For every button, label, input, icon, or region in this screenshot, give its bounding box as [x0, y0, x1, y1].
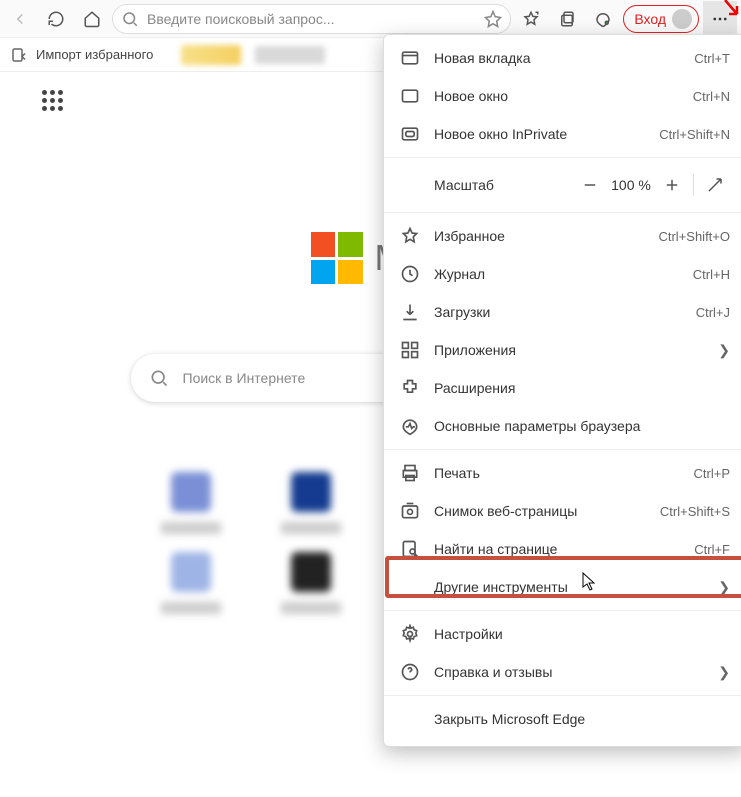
menu-print[interactable]: Печать Ctrl+P [384, 454, 741, 492]
home-button[interactable] [76, 3, 108, 35]
heart-pulse-icon [400, 416, 420, 436]
favorite-star-icon[interactable] [484, 10, 502, 28]
zoom-value: 100 % [605, 177, 657, 193]
menu-screenshot[interactable]: Снимок веб-страницы Ctrl+Shift+S [384, 492, 741, 530]
new-tab-icon [400, 48, 420, 68]
fullscreen-button[interactable] [700, 170, 730, 200]
collections-button[interactable] [551, 3, 583, 35]
menu-help[interactable]: Справка и отзывы ❯ [384, 653, 741, 691]
extensions-icon [400, 378, 420, 398]
apps-icon [400, 340, 420, 360]
new-window-icon [400, 86, 420, 106]
zoom-out-button[interactable] [575, 170, 605, 200]
menu-find[interactable]: Найти на странице Ctrl+F [384, 530, 741, 568]
inprivate-icon [400, 124, 420, 144]
performance-button[interactable] [587, 3, 619, 35]
help-icon [400, 662, 420, 682]
menu-essentials[interactable]: Основные параметры браузера [384, 407, 741, 445]
browser-menu: Новая вкладка Ctrl+T Новое окно Ctrl+N Н… [383, 34, 741, 747]
app-launcher-button[interactable] [42, 90, 64, 112]
bookmark-item[interactable] [181, 45, 241, 65]
star-icon [400, 226, 420, 246]
quick-link-tile[interactable] [131, 552, 251, 614]
menu-new-window[interactable]: Новое окно Ctrl+N [384, 77, 741, 115]
chevron-right-icon: ❯ [718, 342, 730, 359]
menu-new-tab[interactable]: Новая вкладка Ctrl+T [384, 39, 741, 77]
bookmark-item[interactable] [255, 46, 325, 64]
chevron-right-icon: ❯ [718, 579, 730, 596]
menu-downloads[interactable]: Загрузки Ctrl+J [384, 293, 741, 331]
chevron-right-icon: ❯ [718, 664, 730, 681]
mouse-cursor-icon [582, 572, 598, 592]
zoom-in-button[interactable] [657, 170, 687, 200]
screenshot-icon [400, 501, 420, 521]
address-placeholder: Введите поисковый запрос... [147, 11, 335, 27]
zoom-label: Масштаб [400, 177, 575, 193]
login-label: Вход [634, 11, 666, 27]
menu-zoom: Масштаб 100 % [384, 162, 741, 208]
refresh-button[interactable] [40, 3, 72, 35]
quick-link-tile[interactable] [131, 472, 251, 534]
back-button [4, 3, 36, 35]
menu-favorites[interactable]: Избранное Ctrl+Shift+O [384, 217, 741, 255]
gear-icon [400, 624, 420, 644]
history-icon [400, 264, 420, 284]
quick-link-tile[interactable] [251, 472, 371, 534]
download-icon [400, 302, 420, 322]
import-favorites-button[interactable]: Импорт избранного [36, 47, 153, 62]
login-button[interactable]: Вход [623, 5, 699, 33]
menu-extensions[interactable]: Расширения [384, 369, 741, 407]
microsoft-logo-icon [311, 232, 363, 284]
favorites-button[interactable] [515, 3, 547, 35]
menu-settings[interactable]: Настройки [384, 615, 741, 653]
address-bar[interactable]: Введите поисковый запрос... [112, 4, 511, 34]
page-search-placeholder: Поиск в Интернете [183, 370, 306, 386]
menu-inprivate[interactable]: Новое окно InPrivate Ctrl+Shift+N [384, 115, 741, 153]
quick-link-tile[interactable] [251, 552, 371, 614]
print-icon [400, 463, 420, 483]
search-icon [121, 10, 139, 28]
avatar-icon [672, 9, 692, 29]
menu-apps[interactable]: Приложения ❯ [384, 331, 741, 369]
menu-close-browser[interactable]: Закрыть Microsoft Edge [384, 700, 741, 738]
search-icon [149, 368, 169, 388]
find-icon [400, 539, 420, 559]
annotation-arrow [723, 0, 741, 20]
browser-toolbar: Введите поисковый запрос... Вход [0, 0, 741, 38]
import-favorites-icon [10, 46, 28, 64]
menu-more-tools[interactable]: Другие инструменты ❯ [384, 568, 741, 606]
menu-history[interactable]: Журнал Ctrl+H [384, 255, 741, 293]
